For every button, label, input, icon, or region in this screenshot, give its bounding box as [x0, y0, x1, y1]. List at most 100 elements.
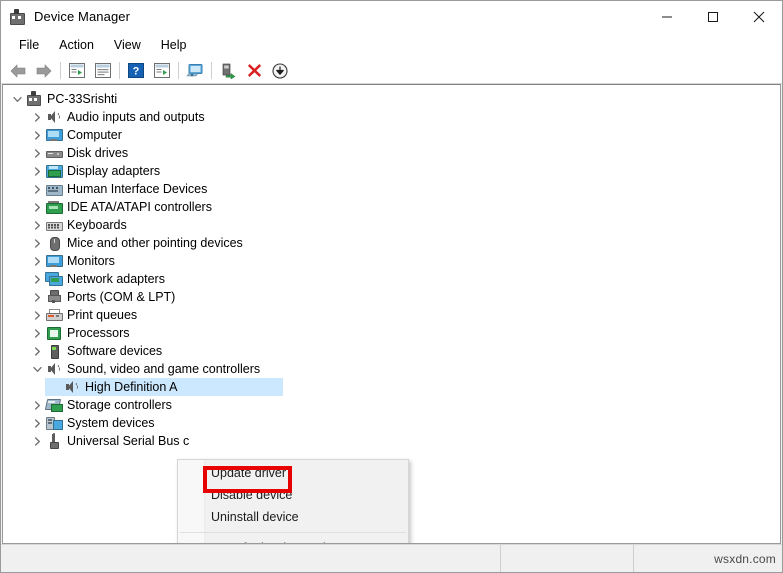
speaker-icon	[63, 379, 80, 395]
scan-monitor-icon[interactable]	[182, 60, 208, 82]
action-pane-icon[interactable]	[149, 60, 175, 82]
usb-icon	[45, 433, 62, 449]
properties-icon[interactable]	[90, 60, 116, 82]
content-area: PC-33Srishti Audio inputs and outputs Co…	[1, 84, 782, 544]
chevron-right-icon[interactable]	[29, 180, 45, 198]
tree-item-keyboards[interactable]: Keyboards	[3, 216, 780, 234]
tree-item-label: Keyboards	[67, 218, 127, 232]
chevron-right-icon[interactable]	[29, 288, 45, 306]
tree-item-label: Sound, video and game controllers	[67, 362, 261, 376]
chevron-right-icon[interactable]	[29, 234, 45, 252]
chevron-right-icon[interactable]	[29, 414, 45, 432]
chevron-right-icon[interactable]	[29, 162, 45, 180]
tree-item-universal-serial-bus-controllers[interactable]: Universal Serial Bus c	[3, 432, 780, 450]
tree-item-label: Universal Serial Bus c	[67, 434, 190, 448]
storage-controller-icon	[44, 397, 63, 413]
toolbar-separator	[60, 62, 61, 79]
chevron-right-icon[interactable]	[29, 216, 45, 234]
tree-item-sound-video-and-game-controllers[interactable]: Sound, video and game controllers	[3, 360, 780, 378]
tree-item-system-devices[interactable]: System devices	[3, 414, 780, 432]
tree-item-label: Monitors	[67, 254, 115, 268]
context-update-driver[interactable]: Update driver	[178, 462, 408, 484]
tree-item-audio-inputs-and-outputs[interactable]: Audio inputs and outputs	[3, 108, 780, 126]
menu-file[interactable]: File	[9, 35, 49, 55]
printer-icon	[45, 307, 63, 323]
menu-view[interactable]: View	[104, 35, 151, 55]
system-device-icon	[45, 415, 63, 431]
tree-item-label: Mice and other pointing devices	[67, 236, 243, 250]
chevron-right-icon[interactable]	[29, 198, 45, 216]
question-mark-icon[interactable]: ?	[123, 60, 149, 82]
minimize-button[interactable]	[644, 1, 690, 32]
chevron-right-icon[interactable]	[29, 432, 45, 450]
tree-item-monitors[interactable]: Monitors	[3, 252, 780, 270]
tree-item-software-devices[interactable]: Software devices	[3, 342, 780, 360]
tree-item-human-interface-devices[interactable]: Human Interface Devices	[3, 180, 780, 198]
device-tree: PC-33Srishti Audio inputs and outputs Co…	[3, 90, 780, 450]
toolbar-separator	[211, 62, 212, 79]
tree-item-print-queues[interactable]: Print queues	[3, 306, 780, 324]
device-tree-panel[interactable]: PC-33Srishti Audio inputs and outputs Co…	[2, 84, 781, 544]
tree-item-mice-and-other-pointing-devices[interactable]: Mice and other pointing devices	[3, 234, 780, 252]
status-pane-primary	[1, 545, 501, 572]
update-driver-icon[interactable]	[215, 60, 241, 82]
chevron-right-icon[interactable]	[29, 306, 45, 324]
window-title: Device Manager	[34, 9, 131, 24]
menu-help[interactable]: Help	[151, 35, 197, 55]
ide-controller-icon	[45, 199, 63, 215]
computer-icon	[25, 91, 42, 107]
display-adapter-icon	[45, 163, 63, 179]
chevron-right-icon[interactable]	[29, 144, 45, 162]
chevron-down-icon[interactable]	[29, 360, 45, 378]
menu-action[interactable]: Action	[49, 35, 104, 55]
tree-item-display-adapters[interactable]: Display adapters	[3, 162, 780, 180]
tree-item-processors[interactable]: Processors	[3, 324, 780, 342]
chevron-right-icon[interactable]	[29, 108, 45, 126]
down-arrow-circle-icon[interactable]	[267, 60, 293, 82]
tree-item-storage-controllers[interactable]: Storage controllers	[3, 396, 780, 414]
tree-item-label: System devices	[67, 416, 155, 430]
red-x-icon[interactable]	[241, 60, 267, 82]
tree-item-ports-com-lpt[interactable]: Ports (COM & LPT)	[3, 288, 780, 306]
context-menu: Update driver Disable device Uninstall d…	[177, 459, 409, 543]
tree-item-label: Display adapters	[67, 164, 161, 178]
tree-root-label: PC-33Srishti	[47, 92, 118, 106]
tree-item-label: Storage controllers	[67, 398, 172, 412]
tree-item-disk-drives[interactable]: Disk drives	[3, 144, 780, 162]
forward-arrow-icon[interactable]	[31, 60, 57, 82]
tree-item-label: High Definition A	[85, 380, 178, 394]
context-scan-hardware-changes[interactable]: Scan for hardware changes	[178, 537, 408, 543]
disk-drive-icon	[45, 145, 63, 161]
console-tree-icon[interactable]	[64, 60, 90, 82]
close-button[interactable]	[736, 1, 782, 32]
port-icon	[45, 289, 62, 305]
tree-item-label: Ports (COM & LPT)	[67, 290, 176, 304]
chevron-down-icon[interactable]	[9, 90, 25, 108]
chevron-right-icon[interactable]	[29, 324, 45, 342]
back-arrow-icon[interactable]	[5, 60, 31, 82]
context-menu-separator	[180, 532, 406, 533]
context-disable-device[interactable]: Disable device	[178, 484, 408, 506]
tree-item-network-adapters[interactable]: Network adapters	[3, 270, 780, 288]
tree-item-label: Disk drives	[67, 146, 129, 160]
hid-icon	[45, 181, 63, 197]
toolbar-separator	[178, 62, 179, 79]
monitor-icon	[45, 253, 63, 269]
tree-item-label: Software devices	[67, 344, 163, 358]
chevron-right-icon[interactable]	[29, 342, 45, 360]
chevron-right-icon[interactable]	[29, 252, 45, 270]
tree-item-ide-ata-atapi-controllers[interactable]: IDE ATA/ATAPI controllers	[3, 198, 780, 216]
monitor-icon	[45, 127, 63, 143]
menu-bar: File Action View Help	[1, 32, 782, 58]
chevron-right-icon[interactable]	[29, 396, 45, 414]
tree-item-computer[interactable]: Computer	[3, 126, 780, 144]
chevron-right-icon[interactable]	[29, 126, 45, 144]
tree-root-row[interactable]: PC-33Srishti	[3, 90, 780, 108]
chevron-right-icon[interactable]	[29, 270, 45, 288]
tree-item-high-definition-audio-device[interactable]: High Definition A	[3, 378, 780, 396]
status-pane-secondary	[501, 545, 634, 572]
maximize-button[interactable]	[690, 1, 736, 32]
device-manager-icon	[9, 8, 27, 26]
tree-item-label: Network adapters	[67, 272, 165, 286]
context-uninstall-device[interactable]: Uninstall device	[178, 506, 408, 528]
